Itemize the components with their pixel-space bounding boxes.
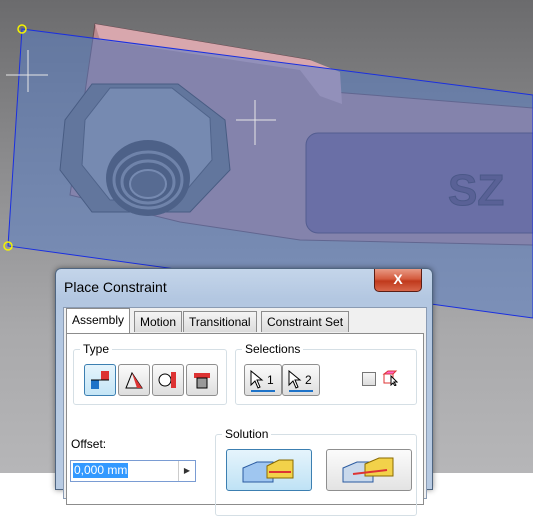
mate-constraint-icon bbox=[91, 371, 109, 389]
selections-group: Selections 1 2 bbox=[235, 342, 417, 405]
flush-solution-button[interactable] bbox=[326, 449, 412, 491]
dialog-client-area: Assembly Motion Transitional Constraint … bbox=[63, 307, 427, 516]
flush-solution-icon bbox=[342, 457, 394, 483]
place-constraint-dialog: Place Constraint X Assembly Motion Trans… bbox=[55, 268, 433, 516]
second-selection-button[interactable]: 2 bbox=[282, 364, 320, 396]
tab-motion[interactable]: Motion bbox=[134, 311, 183, 332]
insert-constraint-icon bbox=[194, 373, 210, 389]
offset-dropdown-arrow-icon[interactable]: ▶ bbox=[178, 461, 195, 481]
pick-part-first-icon bbox=[382, 370, 398, 386]
type-group-label: Type bbox=[80, 342, 113, 356]
second-selection-number: 2 bbox=[305, 373, 312, 387]
dialog-title: Place Constraint bbox=[64, 279, 167, 295]
tab-transitional[interactable]: Transitional bbox=[183, 311, 257, 332]
tangent-constraint-button[interactable] bbox=[152, 364, 184, 396]
offset-input[interactable]: 0,000 mm ▶ bbox=[70, 460, 196, 482]
solution-group-label: Solution bbox=[222, 427, 272, 441]
close-button[interactable]: X bbox=[374, 269, 422, 292]
select-arrow-icon bbox=[288, 370, 302, 389]
first-selection-number: 1 bbox=[267, 373, 274, 387]
angle-constraint-button[interactable] bbox=[118, 364, 150, 396]
mate-constraint-button[interactable] bbox=[84, 364, 116, 396]
mate-solution-icon bbox=[242, 459, 294, 483]
offset-label: Offset: bbox=[71, 437, 107, 451]
tangent-constraint-icon bbox=[158, 372, 176, 388]
pick-part-first-checkbox[interactable] bbox=[362, 372, 376, 386]
select-arrow-icon bbox=[250, 370, 264, 389]
tab-assembly[interactable]: Assembly bbox=[66, 308, 131, 333]
selections-group-label: Selections bbox=[242, 342, 304, 356]
type-group: Type bbox=[73, 342, 227, 405]
angle-constraint-icon bbox=[125, 371, 143, 389]
offset-value: 0,000 mm bbox=[73, 463, 129, 478]
assembly-tab-panel: Type Selections 1 2 Offset: 0,000 mm ▶ S… bbox=[66, 333, 424, 516]
insert-constraint-button[interactable] bbox=[186, 364, 218, 396]
mate-solution-button[interactable] bbox=[226, 449, 312, 491]
tab-constraint-set[interactable]: Constraint Set bbox=[261, 311, 350, 332]
solution-group: Solution bbox=[215, 427, 417, 516]
first-selection-button[interactable]: 1 bbox=[244, 364, 282, 396]
